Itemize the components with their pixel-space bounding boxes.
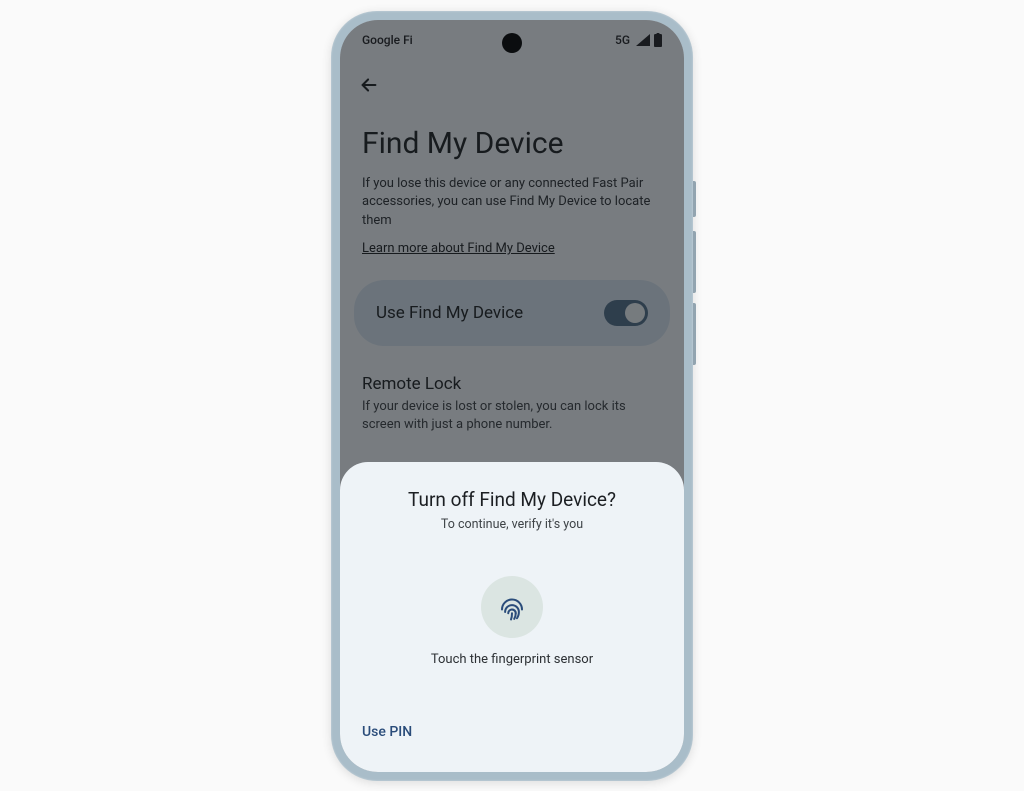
fingerprint-icon	[497, 592, 527, 622]
sheet-subtitle: To continue, verify it's you	[360, 517, 664, 532]
biometric-prompt-sheet: Turn off Find My Device? To continue, ve…	[340, 462, 684, 772]
power-button[interactable]	[693, 181, 696, 217]
fingerprint-instruction: Touch the fingerprint sensor	[360, 652, 664, 667]
phone-frame: Google Fi 5G Find My Device If you lose …	[331, 11, 693, 781]
use-pin-button[interactable]: Use PIN	[360, 718, 414, 746]
volume-up-button[interactable]	[693, 231, 696, 293]
phone-screen: Google Fi 5G Find My Device If you lose …	[340, 20, 684, 772]
volume-down-button[interactable]	[693, 303, 696, 365]
fingerprint-sensor-target[interactable]	[481, 576, 543, 638]
sheet-title: Turn off Find My Device?	[360, 488, 664, 511]
